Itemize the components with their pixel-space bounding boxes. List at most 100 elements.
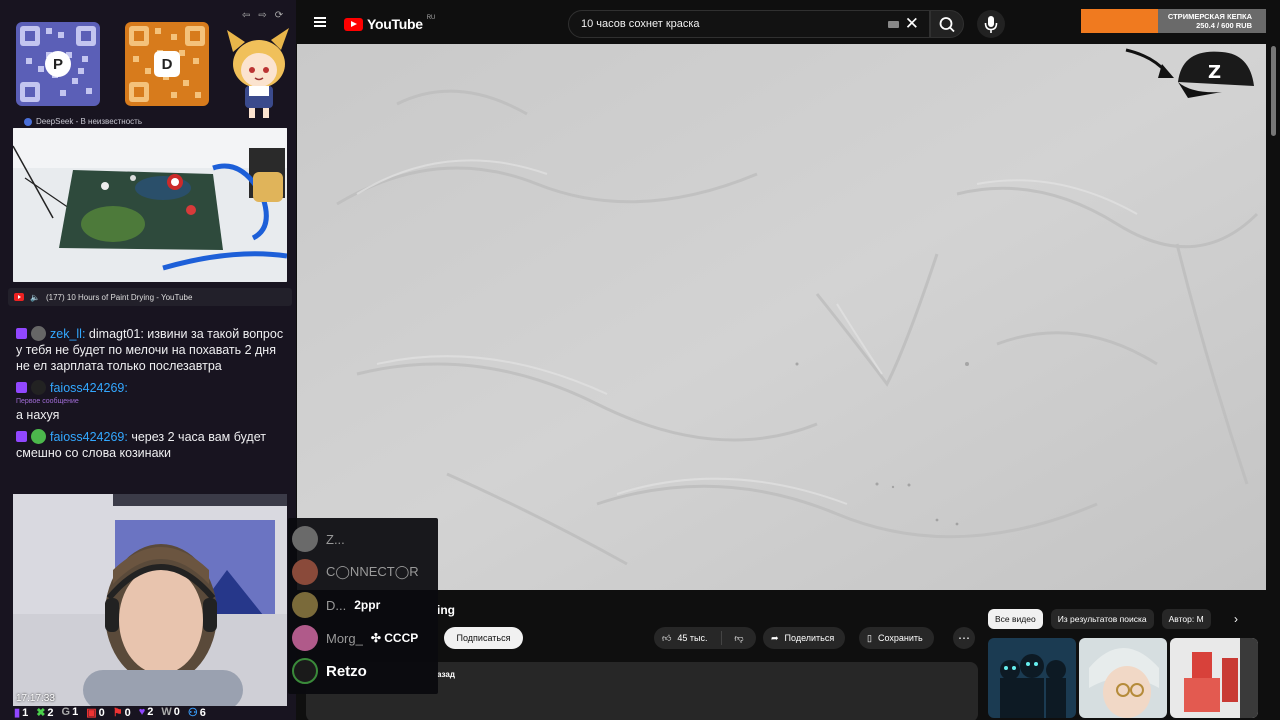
related-video-thumbnail[interactable] (1170, 638, 1258, 718)
browser-nav-controls[interactable]: ⇦ ⇨ ⟳ (242, 10, 283, 21)
stream-chat: zek_ll: dimagt01: извини за такой вопрос… (16, 326, 290, 467)
bookmark-icon: ▯ (867, 632, 872, 643)
now-playing-label: DeepSeek - В неизвестность (24, 117, 142, 126)
qr-strip: ⇦ ⇨ ⟳ P D (8, 6, 290, 118)
sub-badge-icon (16, 328, 27, 339)
chat-username[interactable]: faioss424269: (50, 430, 128, 444)
sub-badge-icon (16, 382, 27, 393)
stat-item: ⚑ 0 (112, 707, 131, 719)
search-button[interactable] (930, 10, 964, 38)
first-message-label: Первое сообщение (16, 398, 79, 405)
stat-item: ▮ 1 (14, 707, 29, 719)
like-button[interactable]: 👍︎ 45 тыс. (654, 631, 722, 645)
youtube-logo-icon (344, 17, 363, 31)
heart-icon: ♥ (138, 706, 146, 718)
related-video-thumbnail[interactable] (1079, 638, 1167, 718)
qr-code-left: P (16, 22, 100, 106)
w-icon: W (161, 706, 172, 718)
stat-item: ⚇ 6 (187, 707, 206, 719)
page-scrollbar[interactable] (1271, 46, 1276, 136)
video-player[interactable] (297, 44, 1266, 590)
camera-icon: ▣ (86, 707, 97, 719)
keyboard-icon[interactable] (888, 21, 899, 28)
dislike-button[interactable]: 👎︎ (722, 633, 756, 644)
chevron-right-icon[interactable]: › (1234, 612, 1238, 626)
qr-code-right: D (125, 22, 209, 106)
chat-message: faioss424269: через 2 часа вам будет сме… (16, 429, 290, 461)
forward-arrow-icon[interactable]: ⇨ (258, 10, 266, 21)
chat-text: а нахуя (16, 408, 60, 422)
viewer-list-overlay: Z... C◯NNECT◯R D... 2ppr Morg_ ✣ СССР Re… (288, 518, 438, 694)
people-icon: ⚇ (187, 707, 198, 719)
avatar (31, 326, 46, 341)
share-button[interactable]: ➦ Поделиться (763, 627, 846, 649)
thumbs-up-icon: 👍︎ (662, 632, 672, 643)
pip-video-preview (13, 128, 287, 282)
youtube-logo[interactable]: YouTube RU (344, 15, 435, 32)
music-icon (24, 117, 32, 126)
youtube-page: YouTube RU 10 часов сохнет краска ✕ СТРИ… (296, 0, 1280, 720)
chip-from-search[interactable]: Из результатов поиска (1050, 609, 1154, 629)
donation-goal-bar: СТРИМЕРСКАЯ КЕПКА 250.4 / 600 RUB (1081, 9, 1266, 33)
avatar (292, 658, 318, 684)
subscribe-button[interactable]: Подписаться (444, 627, 523, 649)
flag-icon: ⚑ (112, 707, 123, 719)
chat-message: faioss424269: Первое сообщение а нахуя (16, 380, 290, 423)
thumbs-down-icon: 👎︎ (734, 632, 744, 643)
close-icon[interactable]: ✕ (905, 14, 919, 34)
related-video-thumbnail[interactable] (988, 638, 1076, 718)
save-button[interactable]: ▯ Сохранить (859, 627, 934, 649)
like-dislike-group: 👍︎ 45 тыс. 👎︎ (654, 627, 756, 649)
related-videos (988, 638, 1258, 720)
user-icon: ▮ (14, 707, 21, 719)
speaker-icon: 🔈 (30, 292, 40, 302)
stat-item: ▣ 0 (86, 707, 105, 719)
stat-item: W0 (161, 706, 180, 718)
donationalerts-logo-icon: D (154, 51, 180, 77)
viewer-row: C◯NNECT◯R (292, 558, 419, 586)
stat-item: ♥ 2 (138, 706, 154, 718)
g-icon: G (61, 706, 71, 718)
more-actions-button[interactable]: ⋯ (953, 627, 975, 649)
stat-item: ✖ 2 (36, 707, 54, 719)
avatar (31, 380, 46, 395)
webcam-feed (13, 494, 287, 706)
pip-caption-bar: 🔈 (177) 10 Hours of Paint Drying - YouTu… (8, 288, 292, 306)
avatar (292, 559, 318, 585)
search-icon (939, 17, 955, 33)
reload-icon[interactable]: ⟳ (275, 10, 283, 21)
anime-mascot-icon (227, 28, 289, 118)
upload-date: азад (437, 670, 455, 679)
chat-message: zek_ll: dimagt01: извини за такой вопрос… (16, 326, 290, 374)
avatar (292, 526, 318, 552)
donation-goal-amount: 250.4 / 600 RUB (1196, 21, 1252, 30)
viewer-row: Retzo (292, 657, 367, 685)
menu-icon[interactable] (314, 17, 326, 27)
chat-username[interactable]: faioss424269: (50, 381, 128, 395)
share-icon: ➦ (771, 632, 779, 643)
youtube-favicon-icon (14, 293, 24, 301)
avatar (31, 429, 46, 444)
viewer-row: Morg_ ✣ СССР (292, 624, 418, 652)
stream-clock: 17:17:33 (16, 693, 55, 704)
viewer-row: D... 2ppr (292, 591, 380, 619)
stream-overlay-panel: ⇦ ⇨ ⟳ P D DeepSeek - В неизвестность 🔈 (… (0, 0, 296, 720)
avatar (292, 625, 318, 651)
stat-item: G1 (61, 706, 79, 718)
viewer-row: Z... (292, 525, 345, 553)
chat-username[interactable]: zek_ll: (50, 327, 85, 341)
related-filter-chips: Все видео Из результатов поиска Автор: M (988, 609, 1258, 629)
sword-icon: ✖ (36, 707, 46, 719)
voice-search-button[interactable] (977, 10, 1005, 38)
microphone-icon (984, 16, 998, 33)
chip-author[interactable]: Автор: M (1161, 609, 1211, 629)
donation-goal-title: СТРИМЕРСКАЯ КЕПКА (1167, 12, 1252, 21)
sub-badge-icon (16, 431, 27, 442)
back-arrow-icon[interactable]: ⇦ (242, 10, 250, 21)
svg-text:Z: Z (1208, 62, 1221, 83)
boosty-logo-icon: P (45, 51, 71, 77)
search-input[interactable]: 10 часов сохнет краска ✕ (568, 10, 930, 38)
avatar (292, 592, 318, 618)
screen: ⇦ ⇨ ⟳ P D DeepSeek - В неизвестность 🔈 (… (0, 0, 1280, 720)
chip-all-videos[interactable]: Все видео (988, 609, 1043, 629)
